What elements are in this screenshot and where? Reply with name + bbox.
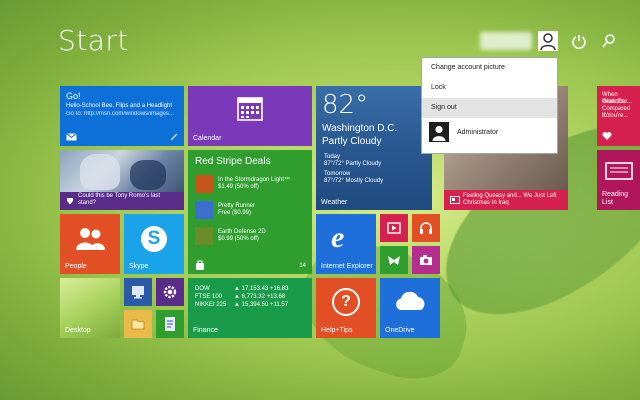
store-bag-icon [196,260,204,270]
reading-list-tile[interactable]: Reading List [597,150,640,210]
computer-icon [132,286,144,299]
weather-label: Weather [321,199,348,206]
people-tile[interactable]: People [60,214,120,274]
finance-row-value-2: ▲ 6,773.32 +13.68 [234,294,286,300]
mail-icon [66,133,77,141]
mail-tile[interactable]: Go! Hello-School Bee, Flips and a Headli… [60,86,184,146]
store-app-price-1: $1.49 (50% off) [218,184,259,190]
store-app-name-2: Pretty Runner [218,203,256,209]
store-tile[interactable]: Red Stripe Deals In the Stormdragon Ligh… [188,150,312,274]
finance-label: Finance [193,327,218,334]
trophy-icon [67,198,73,204]
weather-city: Washington D.C. [322,123,398,134]
calendar-label: Calendar [193,135,222,142]
video-tile[interactable] [380,214,408,242]
weather-tomorrow-label: Tomorrow [324,171,351,177]
documents-tile[interactable] [156,310,184,338]
game-controller-icon [388,256,400,265]
folder-icon [131,319,145,330]
reading-list-label: Reading List [602,191,629,206]
games-tile[interactable] [380,246,408,274]
user-avatar-icon [538,31,558,51]
switch-user-item[interactable]: Administrator [422,118,557,146]
finance-row-name-3: NIKKEI 225 [195,302,227,308]
store-count: 14 [299,263,306,269]
internet-explorer-tile[interactable]: e Internet Explorer [316,214,376,274]
weather-tile[interactable]: 82° Washington D.C. Partly Cloudy Today … [316,86,432,210]
power-icon[interactable] [571,33,587,49]
lock-item[interactable]: Lock [422,78,557,98]
search-icon[interactable] [601,33,617,49]
settings-tile[interactable] [156,278,184,306]
gear-icon [163,285,177,299]
people-icon [76,228,105,250]
mail-sender: Go! [66,91,81,101]
user-account-button[interactable] [480,30,558,52]
mail-subject: Hello-School Bee, Flips and a Headlight [66,103,173,109]
store-title: Red Stripe Deals [195,156,271,167]
cloud-icon [396,292,425,310]
start-title: Start [58,24,129,57]
store-app-thumbnail-1 [195,175,213,193]
onedrive-tile[interactable]: OneDrive [380,278,440,338]
change-account-picture-item[interactable]: Change account picture [422,58,557,78]
sports-tile[interactable]: Could this be Tony Romo's last stand? [60,150,184,210]
finance-row-name-1: DOW [195,286,210,292]
sign-out-item[interactable]: Sign out [422,98,557,118]
music-tile[interactable] [412,214,440,242]
file-explorer-tile[interactable] [124,310,152,338]
news-icon [450,196,460,204]
mail-preview: Go to: http://msn.com/windows/images... [66,111,175,117]
user-name-blurred [480,32,532,50]
finance-tile[interactable]: DOW ▲ 17,153.43 +16.83 FTSE 100 ▲ 6,773.… [188,278,312,338]
store-app-name-3: Earth Defense 2D [218,229,266,235]
skype-tile[interactable]: S Skype [124,214,184,274]
administrator-name: Administrator [457,128,499,136]
people-label: People [65,263,87,270]
sports-photo-player [130,160,166,190]
sports-photo [80,154,120,190]
desktop-label: Desktop [65,327,91,334]
weather-tomorrow-detail: 87°/72° Mostly Cloudy [324,178,384,184]
weather-today-label: Today [324,154,341,160]
news-caption: Feeling Queasy and... We Just Left Chris… [463,193,557,206]
skype-icon: S [141,226,167,252]
internet-explorer-icon: e [331,221,345,254]
headphones-icon [420,222,432,234]
calendar-icon [237,97,263,121]
account-menu: Change account picture Lock Sign out Adm… [421,57,558,154]
store-app-thumbnail-3 [195,227,213,245]
internet-explorer-label: Internet Explorer [321,263,373,270]
heart-icon [602,132,612,140]
health-line-4: If You're... [602,113,629,119]
help-tips-label: Help+Tips [321,327,353,334]
store-app-name-1: In the Stormdragon Light™ [218,177,291,183]
skype-label: Skype [129,263,149,270]
finance-row-value-1: ▲ 17,153.43 +16.83 [234,286,289,292]
video-icon [387,222,401,234]
help-icon: ? [332,288,360,316]
store-app-price-3: $0.99 (50% off) [218,236,259,242]
calendar-tile[interactable]: Calendar [188,86,312,146]
finance-row-value-3: ▲ 15,394.50 +11.57 [234,302,289,308]
weather-condition: Partly Cloudy [322,136,382,147]
document-icon [165,317,175,331]
store-app-price-2: Free ($0.99) [218,210,252,216]
weather-today-detail: 87°/72° Partly Cloudy [324,161,382,167]
health-line-2: Work Car... [602,99,632,105]
camera-tile[interactable] [412,246,440,274]
compose-icon [170,133,178,141]
store-app-thumbnail-2 [195,201,213,219]
sports-caption: Could this be Tony Romo's last stand? [78,193,161,206]
desktop-tile[interactable]: Desktop [60,278,120,338]
onedrive-label: OneDrive [385,327,415,334]
help-tips-tile[interactable]: ? Help+Tips [316,278,376,338]
weather-temperature: 82° [322,90,369,120]
health-tile[interactable]: When Grandm... Work Car... Compared to..… [597,86,640,146]
reading-list-icon [605,162,633,180]
camera-icon [420,255,432,265]
administrator-avatar-icon [429,122,449,142]
this-pc-tile[interactable] [124,278,152,306]
finance-row-name-2: FTSE 100 [195,294,223,300]
